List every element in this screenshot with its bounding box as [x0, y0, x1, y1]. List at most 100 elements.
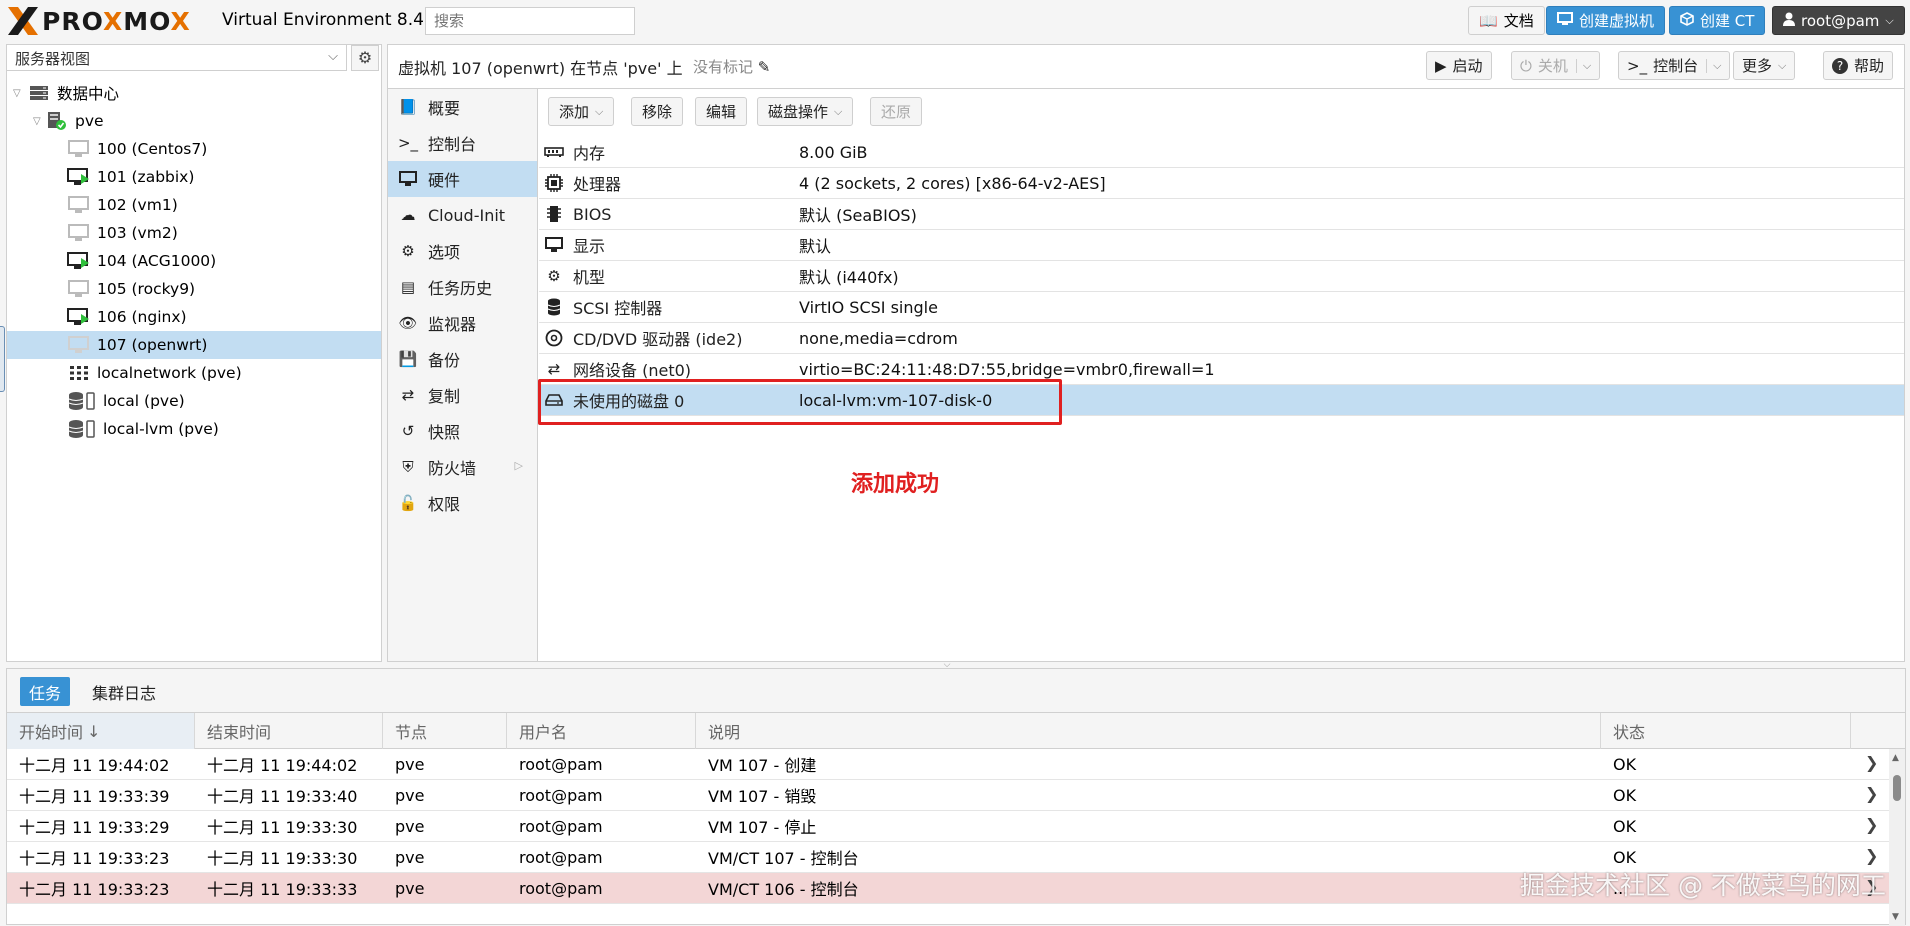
tree-vm-100[interactable]: 100 (Centos7) — [7, 135, 381, 163]
terminal-icon: >_ — [397, 134, 419, 152]
remove-label: 移除 — [642, 103, 673, 121]
nav-replication[interactable]: ⇄ 复制 — [388, 377, 537, 413]
table-row[interactable]: 十二月 11 19:33:29 十二月 11 19:33:30 pve root… — [7, 811, 1905, 842]
search-input[interactable] — [425, 7, 635, 35]
nav-label: 监视器 — [428, 315, 477, 334]
shield-icon: ⛨ — [402, 458, 414, 476]
scroll-thumb[interactable] — [1893, 775, 1901, 801]
tree-vm-105[interactable]: 105 (rocky9) — [7, 275, 381, 303]
docs-button[interactable]: 📖 文档 — [1468, 6, 1545, 35]
tab-tasks[interactable]: 任务 — [20, 677, 71, 706]
hardware-key: 显示 — [573, 237, 606, 256]
cell-end: 十二月 11 19:33:30 — [207, 818, 358, 837]
hardware-row-cpu[interactable]: 处理器 4 (2 sockets, 2 cores) [x86-64-v2-AE… — [539, 168, 1904, 199]
nav-snapshots[interactable]: ↺ 快照 — [388, 413, 537, 449]
table-row[interactable]: 十二月 11 19:44:02 十二月 11 19:44:02 pve root… — [7, 749, 1905, 780]
hardware-row-machine[interactable]: ⚙ 机型 默认 (i440fx) — [539, 261, 1904, 292]
tree-vm-101[interactable]: 101 (zabbix) — [7, 163, 381, 191]
revert-button[interactable]: 还原 — [870, 97, 923, 126]
chevron-down-icon[interactable]: ⌵ — [1575, 58, 1591, 73]
shutdown-button[interactable]: ⏻ 关机 ⌵ — [1511, 51, 1601, 80]
start-button[interactable]: ▶ 启动 — [1426, 51, 1492, 80]
proxmox-logo[interactable]: PROXMOX — [6, 5, 191, 37]
create-vm-label: 创建虚拟机 — [1579, 12, 1655, 30]
hardware-row-memory[interactable]: 内存 8.00 GiB — [539, 137, 1904, 168]
desktop-icon — [1557, 11, 1573, 30]
create-ct-button[interactable]: 创建 CT — [1669, 6, 1766, 35]
eye-icon: 👁 — [398, 314, 418, 332]
column-label: 节点 — [395, 723, 428, 742]
disk-action-label: 磁盘操作 — [768, 103, 829, 121]
hardware-row-unused-disk[interactable]: 未使用的磁盘 0 local-lvm:vm-107-disk-0 — [539, 385, 1904, 416]
chevron-right-icon[interactable]: ❯ — [1865, 815, 1878, 834]
nav-console[interactable]: >_ 控制台 — [388, 125, 537, 161]
nav-cloud-init[interactable]: ☁ Cloud-Init — [388, 197, 537, 233]
column-node[interactable]: 节点 — [383, 713, 507, 749]
tree-vm-104[interactable]: 104 (ACG1000) — [7, 247, 381, 275]
cogs-icon: ⚙ — [547, 267, 561, 285]
nav-hardware[interactable]: 硬件 — [388, 161, 537, 197]
tree-storage-local[interactable]: local (pve) — [7, 387, 381, 415]
hardware-row-bios[interactable]: BIOS 默认 (SeaBIOS) — [539, 199, 1904, 230]
chevron-down-icon[interactable]: ⌵ — [1706, 58, 1721, 73]
remove-button[interactable]: 移除 — [631, 97, 684, 126]
nav-backup[interactable]: 💾 备份 — [388, 341, 537, 377]
column-start-time[interactable]: 开始时间 ↓ — [7, 713, 195, 749]
nav-task-history[interactable]: ▤ 任务历史 — [388, 269, 537, 305]
tree-storage-local-lvm[interactable]: local-lvm (pve) — [7, 415, 381, 443]
collapse-caret-icon[interactable]: ▽ — [13, 88, 21, 99]
tree-vm-107[interactable]: 107 (openwrt) — [7, 331, 381, 359]
column-end-time[interactable]: 结束时间 — [195, 713, 383, 749]
user-menu-button[interactable]: root@pam ⌵ — [1772, 6, 1905, 35]
table-row-error[interactable]: 十二月 11 19:33:23 十二月 11 19:33:33 pve root… — [7, 873, 1905, 904]
nav-options[interactable]: ⚙ 选项 — [388, 233, 537, 269]
tree-node-pve[interactable]: ▽ pve — [7, 107, 381, 135]
column-description[interactable]: 说明 — [696, 713, 1601, 749]
nav-firewall[interactable]: ⛨ 防火墙 ▷ — [388, 449, 537, 485]
edit-button[interactable]: 编辑 — [695, 97, 748, 126]
gear-icon[interactable]: ⚙ — [351, 45, 379, 71]
nav-label: Cloud-Init — [428, 205, 506, 225]
tree-vm-103[interactable]: 103 (vm2) — [7, 219, 381, 247]
scroll-down-icon[interactable]: ▼ — [1892, 912, 1899, 922]
tree-vm-102[interactable]: 102 (vm1) — [7, 191, 381, 219]
tags-field[interactable]: 没有标记 ✎ — [693, 56, 770, 77]
chevron-right-icon[interactable]: ❯ — [1865, 753, 1878, 772]
table-row[interactable]: 十二月 11 19:33:39 十二月 11 19:33:40 pve root… — [7, 780, 1905, 811]
pencil-icon[interactable]: ✎ — [758, 58, 771, 76]
hardware-row-scsi[interactable]: SCSI 控制器 VirtIO SCSI single — [539, 292, 1904, 323]
nav-summary[interactable]: 📘 概要 — [388, 89, 537, 125]
table-row[interactable]: 十二月 11 19:33:23 十二月 11 19:33:30 pve root… — [7, 842, 1905, 873]
create-vm-button[interactable]: 创建虚拟机 — [1546, 6, 1666, 35]
chevron-right-icon[interactable]: ❯ — [1865, 846, 1878, 865]
hardware-value: 4 (2 sockets, 2 cores) [x86-64-v2-AES] — [799, 173, 1106, 193]
tree-datacenter[interactable]: ▽ 数据中心 — [7, 79, 381, 107]
hardware-row-cdrom[interactable]: CD/DVD 驱动器 (ide2) none,media=cdrom — [539, 323, 1904, 354]
collapse-caret-icon[interactable]: ▽ — [33, 116, 41, 127]
tab-cluster-log[interactable]: 集群日志 — [83, 677, 165, 706]
console-button[interactable]: >_ 控制台 ⌵ — [1618, 51, 1731, 80]
cell-node: pve — [395, 785, 425, 805]
hardware-row-display[interactable]: 显示 默认 — [539, 230, 1904, 261]
hardware-row-network[interactable]: ⇄ 网络设备 (net0) virtio=BC:24:11:48:D7:55,b… — [539, 354, 1904, 385]
disk-action-button[interactable]: 磁盘操作 ⌵ — [757, 97, 854, 126]
nav-monitor[interactable]: 👁 监视器 — [388, 305, 537, 341]
add-button[interactable]: 添加 ⌵ — [548, 97, 615, 126]
hardware-key: 内存 — [573, 144, 606, 163]
tree-vm-106[interactable]: 106 (nginx) — [7, 303, 381, 331]
column-status[interactable]: 状态 — [1601, 713, 1851, 749]
chevron-right-icon[interactable]: ❯ — [1865, 877, 1878, 896]
chevron-right-icon[interactable]: ❯ — [1865, 784, 1878, 803]
chevron-down-icon: ⌵ — [1885, 13, 1894, 27]
more-button[interactable]: 更多 ⌵ — [1733, 51, 1796, 80]
more-label: 更多 — [1742, 57, 1773, 75]
task-scrollbar[interactable]: ▲ ▼ — [1889, 749, 1905, 926]
column-user[interactable]: 用户名 — [507, 713, 696, 749]
help-button[interactable]: ? 帮助 — [1823, 51, 1894, 80]
view-select[interactable]: 服务器视图 ⌵ — [7, 45, 347, 71]
nav-permissions[interactable]: 🔓 权限 — [388, 485, 537, 521]
cell-description: VM 107 - 创建 — [708, 756, 817, 775]
tree-sdn-localnetwork[interactable]: localnetwork (pve) — [7, 359, 381, 387]
scroll-up-icon[interactable]: ▲ — [1892, 753, 1899, 763]
panel-resize-handle[interactable] — [0, 326, 5, 392]
